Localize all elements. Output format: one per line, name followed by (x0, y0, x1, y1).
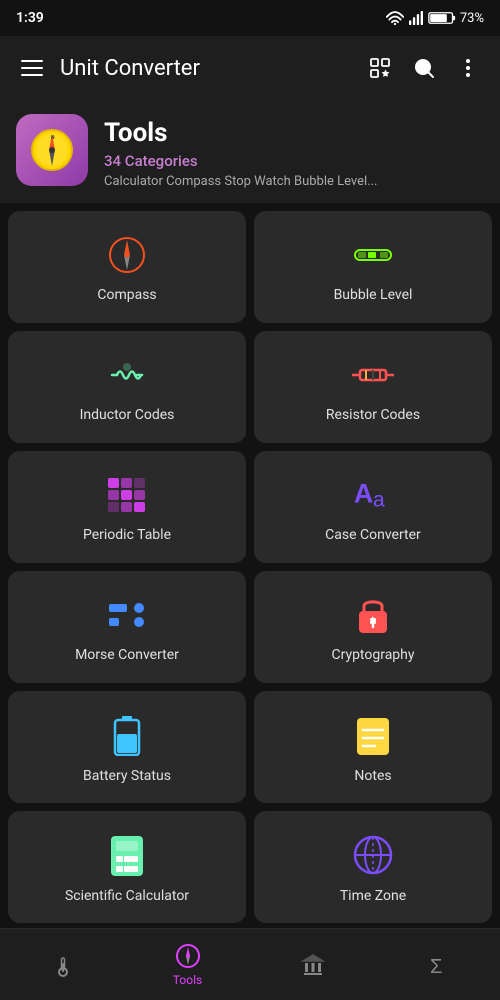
grid-item-bubble-level[interactable]: Bubble Level (254, 211, 492, 323)
grid-item-battery-status[interactable]: Battery Status (8, 691, 246, 803)
grid-item-label: Periodic Table (83, 527, 171, 543)
nav-item-currency[interactable] (250, 952, 375, 978)
timezone-icon (352, 834, 394, 876)
grid-item-label: Notes (354, 768, 391, 784)
crypto-icon: + (352, 595, 394, 635)
bubble-level-icon (352, 235, 394, 275)
battery-percent: 73% (460, 11, 484, 26)
compass-icon (106, 235, 148, 275)
grid-item-time-zone[interactable]: Time Zone (254, 811, 492, 923)
bottom-nav: Tools Σ (0, 928, 500, 1000)
sigma-nav-icon: Σ (425, 952, 451, 978)
grid-item-scientific-calculator[interactable]: Scientific Calculator (8, 811, 246, 923)
grid-item-label: Time Zone (340, 888, 406, 904)
header-title: Tools (104, 118, 378, 148)
app-bar: Unit Converter (0, 36, 500, 100)
grid-item-label: Bubble Level (334, 287, 413, 303)
search-button[interactable] (404, 48, 444, 88)
status-bar: 1:39 73% (0, 0, 500, 36)
nav-item-temperature[interactable] (0, 952, 125, 978)
grid-item-inductor-codes[interactable]: Inductor Codes (8, 331, 246, 443)
grid-item-cryptography[interactable]: + Cryptography (254, 571, 492, 683)
nav-item-math[interactable]: Σ (375, 952, 500, 978)
svg-text:A: A (354, 479, 373, 509)
grid-item-label: Resistor Codes (326, 407, 420, 423)
compass-header-icon: N (28, 126, 76, 174)
menu-button[interactable] (12, 48, 52, 88)
nav-item-label: Tools (173, 973, 202, 987)
resistor-icon (352, 355, 394, 395)
grid-item-label: Cryptography (331, 647, 414, 663)
svg-text:N: N (51, 135, 55, 141)
status-icons: 73% (386, 11, 484, 26)
svg-text:Σ: Σ (430, 956, 442, 977)
tools-grid: Compass Bubble Level Inductor Codes Resi… (0, 203, 500, 931)
inductor-icon (106, 355, 148, 395)
grid-item-notes[interactable]: Notes (254, 691, 492, 803)
header-section: N Tools 34 Categories Calculator Compass… (0, 100, 500, 203)
periodic-icon (106, 475, 148, 515)
grid-item-label: Morse Converter (75, 647, 179, 663)
header-desc: Calculator Compass Stop Watch Bubble Lev… (104, 174, 378, 189)
grid-item-morse-converter[interactable]: Morse Converter (8, 571, 246, 683)
morse-icon (106, 595, 148, 635)
favorite-grid-button[interactable] (360, 48, 400, 88)
battery-status-icon (428, 11, 456, 25)
grid-item-label: Battery Status (83, 768, 171, 784)
grid-item-resistor-codes[interactable]: Resistor Codes (254, 331, 492, 443)
nav-item-tools[interactable]: Tools (125, 943, 250, 987)
app-bar-actions (360, 48, 488, 88)
battery-icon (106, 714, 148, 756)
thermometer-nav-icon (50, 952, 76, 978)
signal-icon (408, 11, 424, 25)
status-time: 1:39 (16, 10, 44, 26)
grid-item-label: Inductor Codes (80, 407, 175, 423)
search-icon (412, 56, 436, 80)
calculator-icon (106, 834, 148, 876)
notes-icon (352, 714, 394, 756)
compass-nav-nav-icon (175, 943, 201, 969)
category-icon: N (16, 114, 88, 186)
svg-text:a: a (373, 488, 385, 511)
favorite-grid-icon (368, 56, 392, 80)
header-text: Tools 34 Categories Calculator Compass S… (104, 114, 378, 189)
more-button[interactable] (448, 48, 488, 88)
wifi-icon (386, 11, 404, 25)
app-title: Unit Converter (60, 56, 360, 81)
grid-item-label: Scientific Calculator (65, 888, 189, 904)
svg-text:+: + (370, 615, 376, 626)
case-icon: Aa (352, 475, 394, 515)
grid-item-label: Case Converter (325, 527, 421, 543)
grid-item-case-converter[interactable]: Aa Case Converter (254, 451, 492, 563)
grid-item-label: Compass (97, 287, 156, 303)
more-vertical-icon (456, 56, 480, 80)
header-subtitle: 34 Categories (104, 152, 378, 170)
grid-item-compass[interactable]: Compass (8, 211, 246, 323)
grid-item-periodic-table[interactable]: Periodic Table (8, 451, 246, 563)
bank-nav-icon (300, 952, 326, 978)
